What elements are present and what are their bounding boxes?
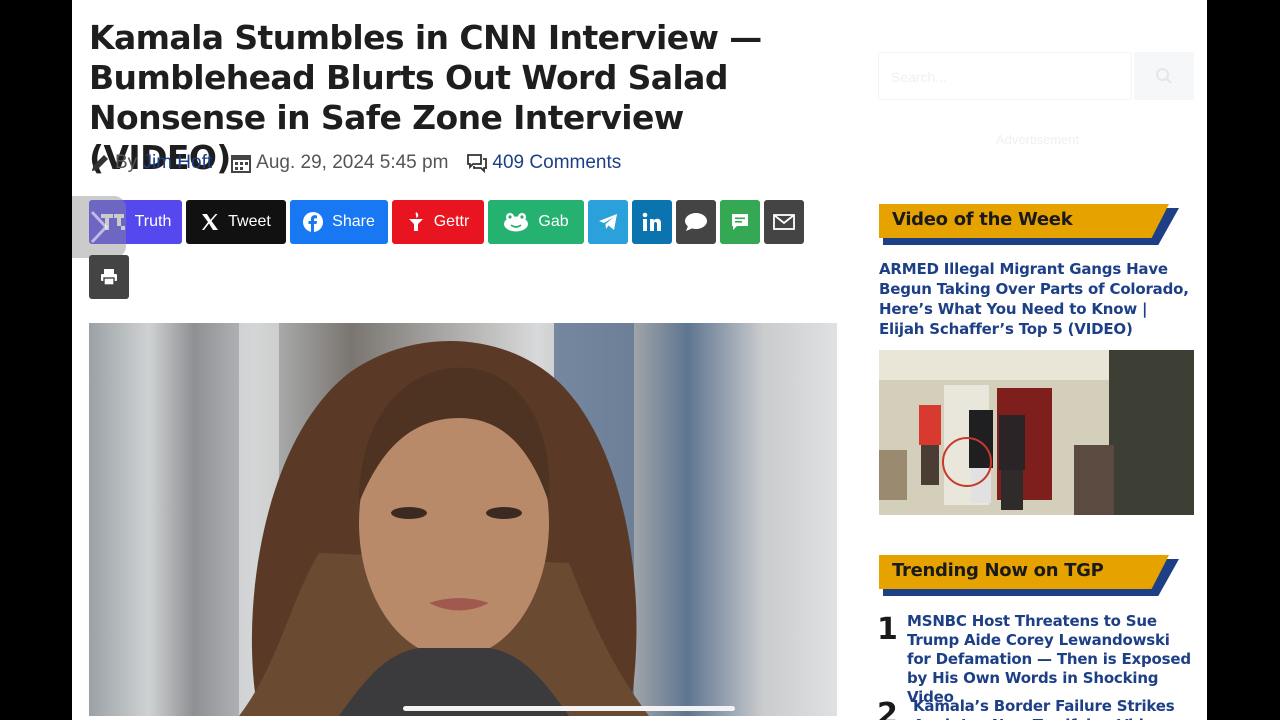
speech-bubble-icon [685, 213, 707, 231]
gab-label: Gab [538, 213, 569, 230]
side-panel-toggle[interactable] [72, 196, 126, 258]
gettr-share-button[interactable]: Gettr [392, 200, 484, 244]
trending-heading: Trending Now on TGP [879, 555, 1181, 597]
printer-icon [101, 269, 117, 286]
share-label: Share [332, 213, 375, 230]
search-icon [1156, 68, 1172, 84]
article-meta: By Jim Hoft Aug. 29, 2024 5:45 pm 409 Co… [89, 150, 621, 176]
comment-button[interactable] [676, 200, 716, 244]
trending-number: 1 [877, 612, 898, 647]
telegram-icon [599, 214, 617, 230]
email-button[interactable] [764, 200, 804, 244]
facebook-icon [303, 212, 324, 232]
trending-number: 2 [877, 697, 898, 720]
video-of-week-title: Video of the Week [879, 204, 1169, 238]
article-hero-image [89, 323, 837, 716]
tweet-label: Tweet [228, 213, 271, 230]
search-button[interactable] [1134, 52, 1194, 100]
gab-share-button[interactable]: Gab [488, 200, 584, 244]
truth-label: Truth [134, 213, 172, 230]
chevron-right-icon [90, 210, 109, 244]
interview-photo [239, 323, 649, 716]
gab-icon [504, 213, 529, 232]
share-bar: Truth Tweet Share Gettr Gab [89, 200, 804, 244]
video-of-week-heading: Video of the Week [879, 204, 1181, 246]
author-link[interactable]: Jim Hoft [142, 152, 212, 174]
telegram-button[interactable] [588, 200, 628, 244]
trending-link[interactable]: Kamala’s Border Failure Strikes Again! —… [913, 697, 1203, 720]
video-scrubber[interactable] [403, 706, 735, 711]
x-icon [202, 214, 219, 230]
video-thumbnail[interactable] [879, 350, 1194, 515]
print-button[interactable] [89, 255, 129, 299]
trending-title: Trending Now on TGP [879, 555, 1169, 589]
tweet-button[interactable]: Tweet [186, 200, 286, 244]
search-input[interactable]: Search... [878, 52, 1132, 100]
article-page: Kamala Stumbles in CNN Interview — Bumbl… [72, 0, 1207, 720]
by-label: By [115, 152, 138, 173]
gettr-icon [408, 212, 423, 231]
video-of-week-link[interactable]: ARMED Illegal Migrant Gangs Have Begun T… [879, 259, 1191, 339]
message-icon [732, 214, 748, 230]
sidebar-search: Search... [878, 52, 1194, 100]
pencil-icon [89, 152, 111, 174]
linkedin-icon [642, 212, 661, 231]
envelope-icon [773, 214, 795, 230]
advertisement-label: Advertisement [996, 132, 1080, 147]
facebook-share-button[interactable]: Share [290, 200, 388, 244]
calendar-icon [230, 152, 252, 174]
linkedin-button[interactable] [632, 200, 672, 244]
trending-link[interactable]: MSNBC Host Threatens to Sue Trump Aide C… [907, 612, 1197, 707]
article-date: Aug. 29, 2024 5:45 pm [256, 152, 449, 173]
video-thumbnail-image [879, 350, 1194, 515]
sms-button[interactable] [720, 200, 760, 244]
gettr-label: Gettr [433, 213, 470, 230]
comments-link[interactable]: 409 Comments [492, 152, 621, 174]
comments-icon [466, 152, 488, 174]
